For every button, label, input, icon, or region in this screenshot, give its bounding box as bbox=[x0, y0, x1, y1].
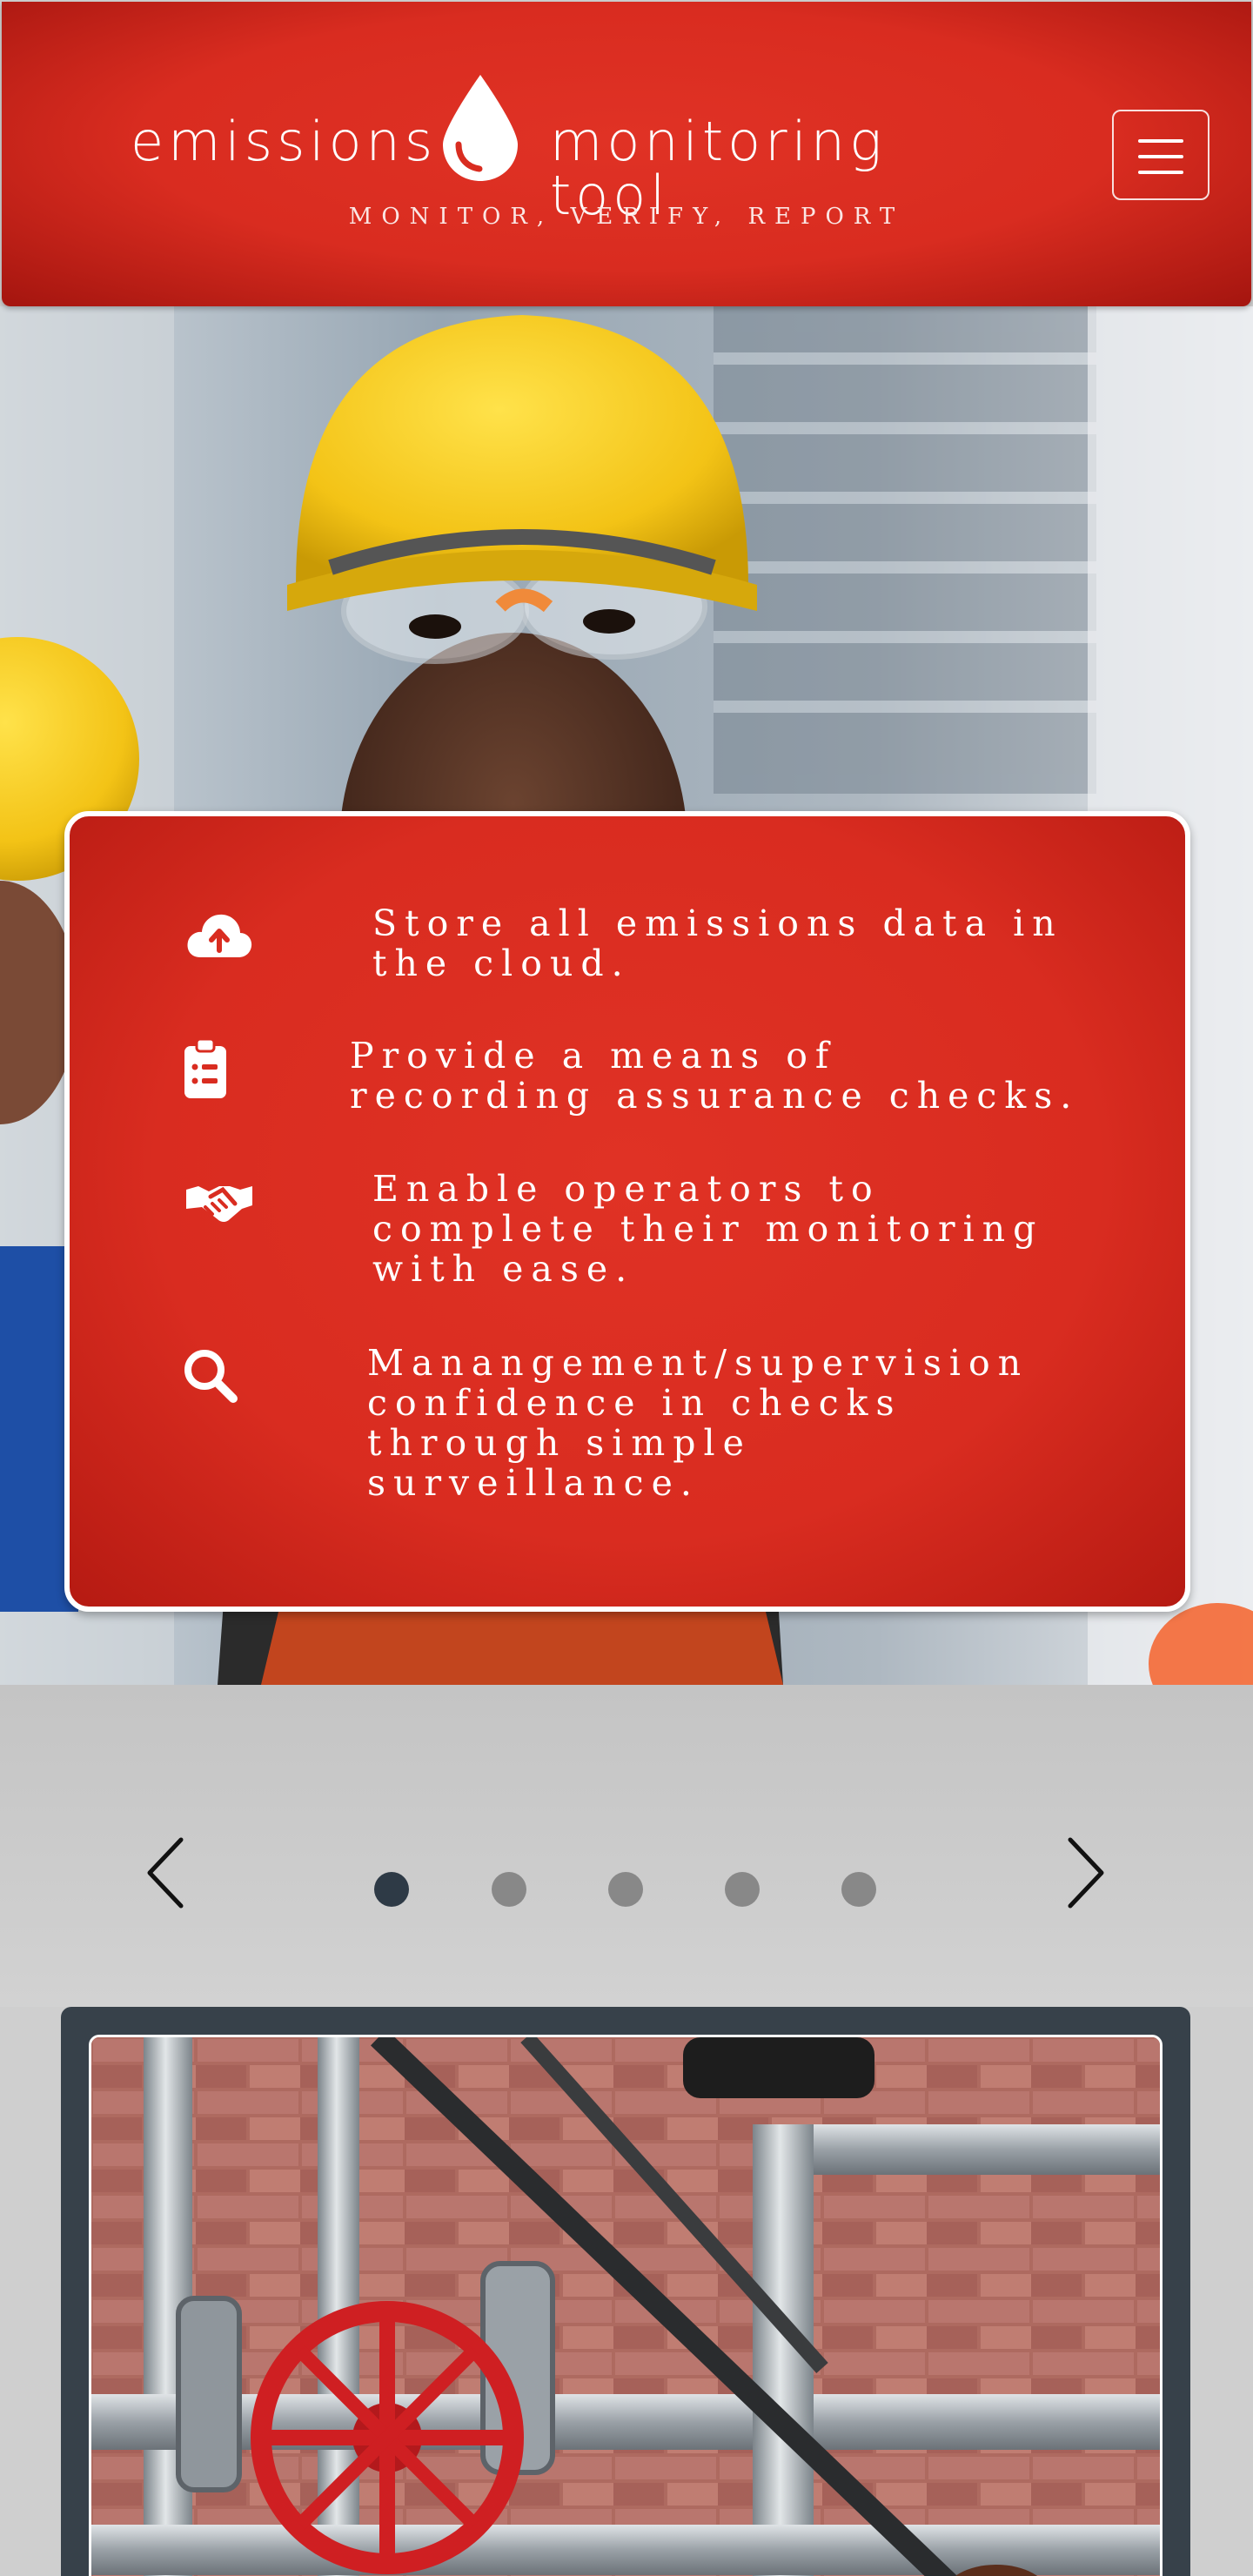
feature-text-line: Enable operators to bbox=[372, 1168, 881, 1210]
brand-logo[interactable]: emissions monitoring tool bbox=[131, 70, 1023, 223]
feature-text-line: the cloud. bbox=[372, 943, 631, 984]
image-card bbox=[61, 2007, 1190, 2576]
tagline: MONITOR, VERIFY, REPORT bbox=[348, 204, 905, 230]
feature-text-line: Store all emissions data in bbox=[372, 902, 1063, 944]
water-drop-icon bbox=[443, 75, 518, 181]
carousel-dot[interactable] bbox=[725, 1872, 760, 1907]
valve-image bbox=[91, 2037, 1160, 2576]
feature-text-line: Provide a means of bbox=[350, 1035, 837, 1077]
search-icon bbox=[184, 1350, 238, 1403]
brand-name-left: emissions bbox=[131, 110, 438, 173]
feature-text-line: complete their monitoring bbox=[372, 1208, 1044, 1250]
carousel-dot[interactable] bbox=[374, 1872, 409, 1907]
feature-text-line: surveillance. bbox=[367, 1462, 700, 1504]
hamburger-menu-button[interactable] bbox=[1112, 110, 1209, 200]
features-card: Store all emissions data in the cloud. P… bbox=[64, 811, 1190, 1612]
feature-text-line: through simple bbox=[367, 1422, 752, 1464]
hero-section: Store all emissions data in the cloud. P… bbox=[0, 306, 1253, 1685]
carousel-dot[interactable] bbox=[492, 1872, 526, 1907]
carousel-controls bbox=[0, 1685, 1253, 2007]
handshake-icon bbox=[186, 1186, 252, 1222]
feature-text-line: Manangement/supervision bbox=[367, 1342, 1029, 1384]
carousel-dot[interactable] bbox=[608, 1872, 643, 1907]
site-header: emissions monitoring tool MONITOR, VERIF… bbox=[2, 2, 1251, 306]
feature-text-line: with ease. bbox=[372, 1248, 635, 1290]
chevron-right-icon[interactable] bbox=[1060, 1833, 1112, 1913]
chevron-left-icon[interactable] bbox=[139, 1833, 191, 1913]
carousel-dot[interactable] bbox=[841, 1872, 876, 1907]
feature-text-line: recording assurance checks. bbox=[350, 1075, 1080, 1117]
pipe-valve-photo bbox=[89, 2035, 1163, 2576]
clipboard-list-icon bbox=[184, 1037, 226, 1098]
feature-text-line: confidence in checks bbox=[367, 1382, 902, 1424]
cloud-upload-icon bbox=[187, 914, 252, 957]
